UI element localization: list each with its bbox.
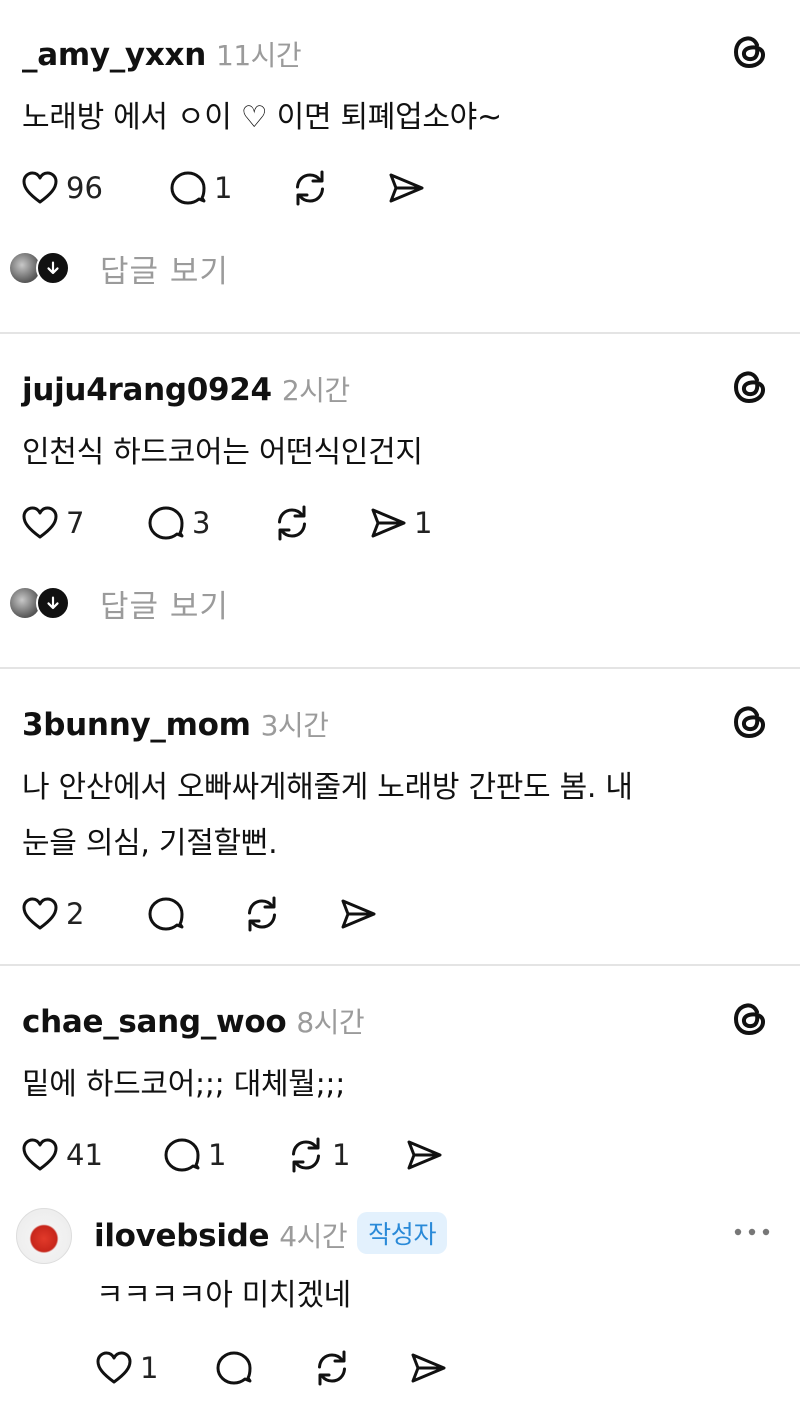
repost-button[interactable] (312, 1348, 352, 1388)
like-button[interactable]: 1 (94, 1348, 158, 1388)
heart-icon (20, 894, 60, 934)
repost-icon (272, 503, 312, 543)
post-username[interactable]: 3bunny_mom 3시간 (22, 704, 329, 744)
post-text: 인천식 하드코어는 어떤식인건지 (22, 435, 423, 470)
arrow-down-icon (36, 586, 70, 620)
comment-count: 1 (208, 1138, 227, 1172)
like-count: 2 (66, 897, 85, 931)
like-button[interactable]: 7 (20, 503, 84, 543)
share-icon (368, 503, 408, 543)
divider (0, 667, 800, 669)
comment-count: 1 (214, 171, 233, 205)
share-icon (404, 1135, 444, 1175)
repost-icon (290, 168, 330, 208)
comment-button[interactable] (214, 1348, 254, 1388)
repost-count: 1 (332, 1138, 351, 1172)
divider (0, 964, 800, 966)
share-icon (386, 168, 426, 208)
post-time: 2시간 (281, 374, 350, 407)
like-button[interactable]: 41 (20, 1135, 103, 1175)
post-time: 8시간 (296, 1006, 365, 1039)
reply-time: 4시간 (279, 1220, 348, 1253)
repost-icon (286, 1135, 326, 1175)
comment-button[interactable] (146, 894, 186, 934)
view-replies-button[interactable]: 답글 보기 (10, 248, 229, 290)
share-icon (338, 894, 378, 934)
share-button[interactable] (404, 1135, 444, 1175)
repost-button[interactable]: 1 (286, 1135, 350, 1175)
heart-icon (20, 168, 60, 208)
reply-avatars (10, 586, 72, 620)
post-username[interactable]: juju4rang0924 2시간 (22, 369, 350, 409)
view-replies-label: 답글 보기 (100, 253, 229, 290)
comment-count: 3 (192, 506, 211, 540)
post-time: 11시간 (216, 39, 302, 72)
share-button[interactable]: 1 (368, 503, 432, 543)
repost-button[interactable] (242, 894, 282, 934)
heart-icon (20, 503, 60, 543)
post-username[interactable]: chae_sang_woo 8시간 (22, 1001, 365, 1041)
divider (0, 332, 800, 334)
threads-icon[interactable] (728, 700, 772, 744)
reply-username[interactable]: ilovebside 4시간 작성자 (94, 1212, 448, 1255)
arrow-down-icon (36, 251, 70, 285)
reply-avatars (10, 251, 72, 285)
like-button[interactable]: 96 (20, 168, 103, 208)
view-replies-button[interactable]: 답글 보기 (10, 583, 229, 625)
like-count: 96 (66, 171, 103, 205)
like-count: 7 (66, 506, 85, 540)
post-text: 노래방 에서 ㅇ이 ♡ 이면 퇴폐업소야~ (22, 100, 502, 135)
post-text: 밑에 하드코어;;; 대체뭘;;; (22, 1067, 346, 1102)
heart-icon (20, 1135, 60, 1175)
repost-button[interactable] (290, 168, 330, 208)
post-text-line-2: 눈을 의심, 기절할뻔. (22, 826, 278, 861)
share-count: 1 (414, 506, 433, 540)
like-count: 1 (140, 1351, 159, 1385)
share-button[interactable] (338, 894, 378, 934)
threads-icon[interactable] (728, 30, 772, 74)
comment-button[interactable]: 1 (162, 1135, 226, 1175)
post-text-line-1: 나 안산에서 오빠싸게해줄게 노래방 간판도 봄. 내 (22, 770, 633, 805)
comment-icon (162, 1135, 202, 1175)
like-button[interactable]: 2 (20, 894, 84, 934)
comment-button[interactable]: 3 (146, 503, 210, 543)
repost-icon (312, 1348, 352, 1388)
comment-icon (146, 503, 186, 543)
reply-text: ㅋㅋㅋㅋ아 미치겠네 (96, 1278, 351, 1313)
author-badge: 작성자 (357, 1212, 448, 1254)
avatar[interactable] (16, 1208, 72, 1264)
post-time: 3시간 (260, 709, 329, 742)
heart-icon (94, 1348, 134, 1388)
comment-icon (214, 1348, 254, 1388)
post-username[interactable]: _amy_yxxn 11시간 (22, 34, 302, 74)
threads-icon[interactable] (728, 997, 772, 1041)
like-count: 41 (66, 1138, 103, 1172)
comment-button[interactable]: 1 (168, 168, 232, 208)
threads-icon[interactable] (728, 365, 772, 409)
share-icon (408, 1348, 448, 1388)
repost-icon (242, 894, 282, 934)
share-button[interactable] (408, 1348, 448, 1388)
comment-icon (146, 894, 186, 934)
comment-icon (168, 168, 208, 208)
more-icon[interactable] (732, 1222, 772, 1242)
view-replies-label: 답글 보기 (100, 588, 229, 625)
share-button[interactable] (386, 168, 426, 208)
repost-button[interactable] (272, 503, 312, 543)
